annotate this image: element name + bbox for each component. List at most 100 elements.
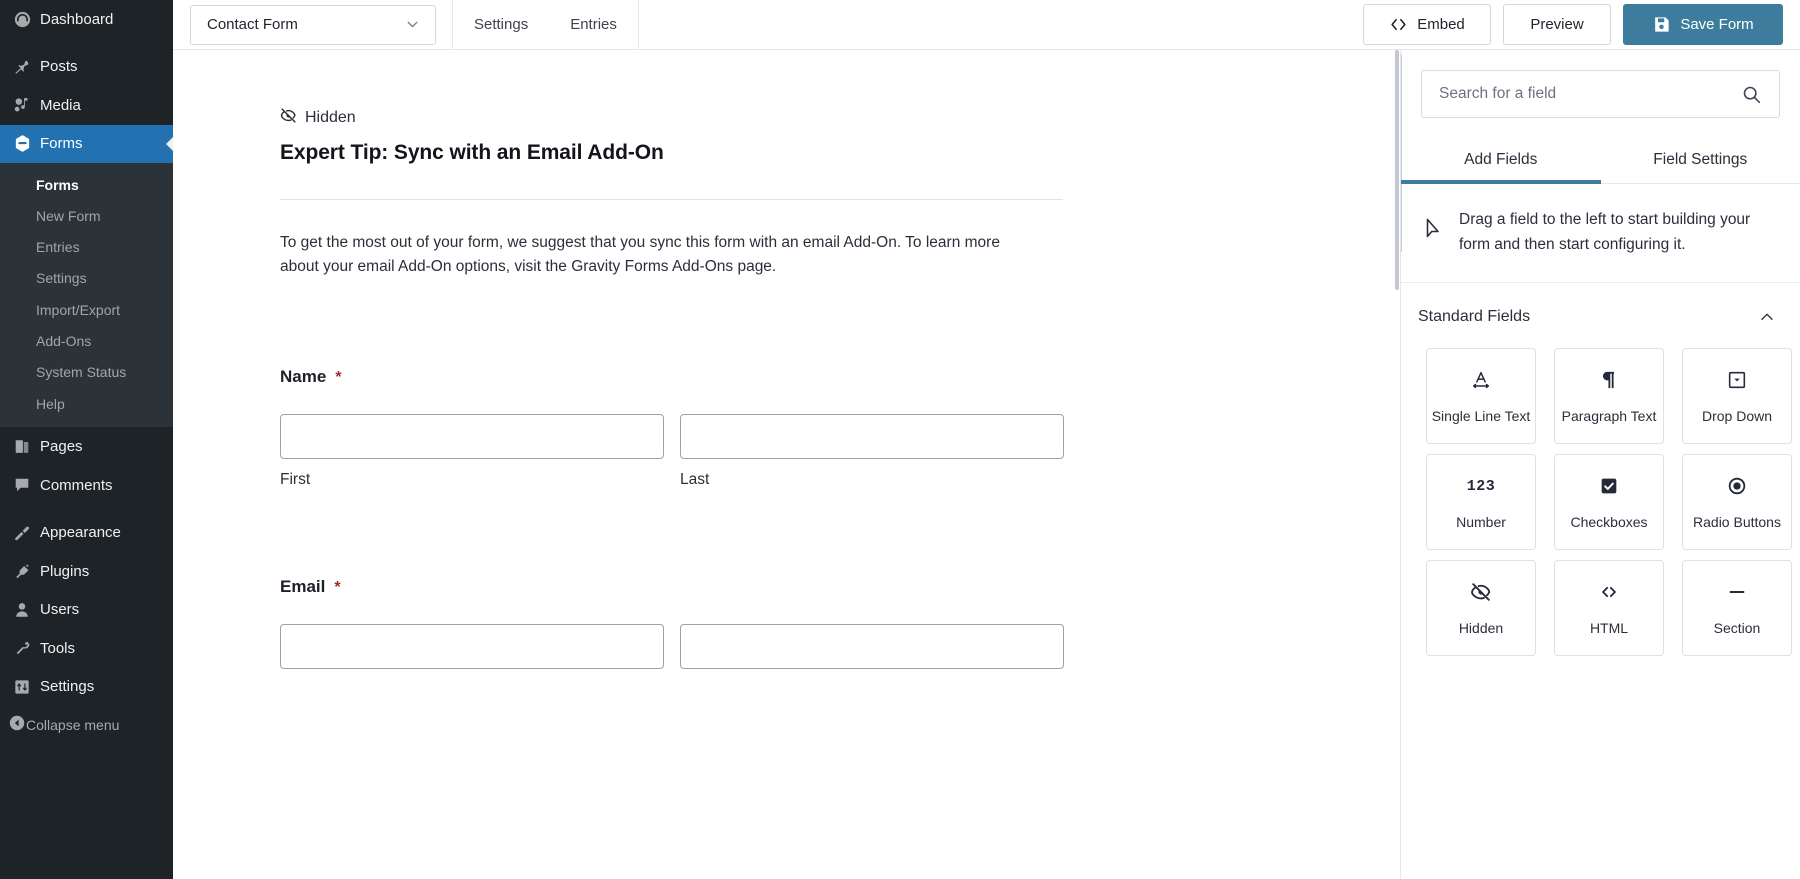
sidebar-separator-2 xyxy=(0,504,173,513)
preview-label: Preview xyxy=(1530,16,1584,33)
field-card-number[interactable]: 123 Number xyxy=(1426,453,1536,550)
field-inputs-row xyxy=(280,624,1173,670)
sidebar-item-appearance[interactable]: Appearance xyxy=(0,513,173,552)
sidebar-item-forms[interactable]: Forms xyxy=(0,124,173,163)
field-sub-first: First xyxy=(280,414,664,489)
field-card-label: Single Line Text xyxy=(1431,408,1531,425)
embed-button[interactable]: Embed xyxy=(1363,4,1491,45)
drag-hint: Drag a field to the left to start buildi… xyxy=(1401,184,1800,283)
field-card-label: Paragraph Text xyxy=(1561,408,1657,425)
media-icon xyxy=(8,96,36,114)
submenu-item-system-status[interactable]: System Status xyxy=(0,357,173,388)
email-input[interactable] xyxy=(280,624,664,670)
field-sub-email xyxy=(280,624,664,670)
collapse-menu-button[interactable]: Collapse menu xyxy=(0,706,173,744)
toolbar-tabs: Settings Entries xyxy=(453,0,638,49)
field-card-section[interactable]: Section xyxy=(1682,559,1792,656)
form-field-email[interactable]: Email * xyxy=(280,577,1173,670)
email-confirm-input[interactable] xyxy=(680,624,1064,670)
field-card-single-line-text[interactable]: Single Line Text xyxy=(1426,347,1536,444)
sidebar-item-users[interactable]: Users xyxy=(0,590,173,629)
code-icon xyxy=(1389,15,1408,34)
sidebar-separator xyxy=(0,39,173,48)
form-canvas[interactable]: Hidden Expert Tip: Sync with an Email Ad… xyxy=(173,50,1400,879)
sidebar-item-settings[interactable]: Settings xyxy=(0,667,173,706)
submenu-item-new-form[interactable]: New Form xyxy=(0,200,173,231)
dash-icon xyxy=(1726,580,1748,604)
field-card-label: Number xyxy=(1456,514,1506,531)
sidebar-item-dashboard[interactable]: Dashboard xyxy=(0,0,173,39)
field-card-html[interactable]: HTML xyxy=(1554,559,1664,656)
submenu-item-import-export[interactable]: Import/Export xyxy=(0,294,173,325)
save-form-button[interactable]: Save Form xyxy=(1623,4,1783,45)
form-editor-toolbar: Contact Form Settings Entries Embed Prev… xyxy=(173,0,1800,50)
submenu-item-help[interactable]: Help xyxy=(0,388,173,419)
floppy-disk-icon xyxy=(1652,15,1671,34)
form-canvas-inner: Hidden Expert Tip: Sync with an Email Ad… xyxy=(173,50,1173,670)
collapse-arrow-icon xyxy=(8,714,26,735)
sidebar-item-media[interactable]: Media xyxy=(0,86,173,125)
required-asterisk: * xyxy=(335,369,342,387)
field-card-checkboxes[interactable]: Checkboxes xyxy=(1554,453,1664,550)
sidebar-label: Plugins xyxy=(40,562,90,580)
search-input[interactable] xyxy=(1439,85,1741,103)
sidebar-item-posts[interactable]: Posts xyxy=(0,48,173,87)
submenu-item-forms[interactable]: Forms xyxy=(0,169,173,200)
name-last-input[interactable] xyxy=(680,414,1064,460)
field-card-label: Drop Down xyxy=(1701,408,1773,425)
preview-button[interactable]: Preview xyxy=(1503,4,1611,45)
plugins-icon xyxy=(8,562,36,580)
tab-settings[interactable]: Settings xyxy=(453,0,549,49)
toolbar-actions: Embed Preview Save Form xyxy=(1363,0,1800,49)
sidebar-item-tools[interactable]: Tools xyxy=(0,629,173,668)
app-root: Dashboard Posts Media Forms Forms New Fo… xyxy=(0,0,1800,879)
form-switcher-value: Contact Form xyxy=(207,16,298,33)
sidebar-item-comments[interactable]: Comments xyxy=(0,466,173,505)
tab-add-fields[interactable]: Add Fields xyxy=(1401,139,1601,184)
sidebar-label: Users xyxy=(40,601,80,619)
pages-icon xyxy=(8,438,36,456)
editor-body: Hidden Expert Tip: Sync with an Email Ad… xyxy=(173,50,1800,879)
eye-slash-icon xyxy=(1470,580,1492,604)
submenu-item-entries[interactable]: Entries xyxy=(0,232,173,263)
toolbar-divider-right xyxy=(637,0,639,49)
sidebar-label: Settings xyxy=(40,678,95,696)
cursor-arrow-icon xyxy=(1425,208,1442,245)
field-sub-last: Last xyxy=(680,414,1064,489)
sidebar-label: Forms xyxy=(40,135,83,153)
field-library-panel: Add Fields Field Settings Drag a field t… xyxy=(1400,50,1800,879)
tools-icon xyxy=(8,639,36,657)
search-icon[interactable] xyxy=(1741,84,1762,105)
field-card-label: Hidden xyxy=(1458,620,1504,637)
form-field-name[interactable]: Name * First Last xyxy=(280,367,1173,489)
users-icon xyxy=(8,601,36,619)
standard-fields-header[interactable]: Standard Fields xyxy=(1401,283,1800,348)
pilcrow-icon xyxy=(1598,368,1620,392)
tab-entries[interactable]: Entries xyxy=(549,0,638,49)
dropdown-box-icon xyxy=(1726,368,1748,392)
chevron-up-icon[interactable] xyxy=(1758,308,1776,326)
field-search-box[interactable] xyxy=(1421,70,1780,118)
canvas-scrollbar-thumb[interactable] xyxy=(1395,50,1399,290)
form-switcher-dropdown[interactable]: Contact Form xyxy=(190,4,436,45)
sidebar-label: Appearance xyxy=(40,524,121,542)
sidebar-item-pages[interactable]: Pages xyxy=(0,427,173,466)
field-card-label: Section xyxy=(1713,620,1761,637)
drag-hint-text: Drag a field to the left to start buildi… xyxy=(1459,211,1751,253)
sidebar-item-plugins[interactable]: Plugins xyxy=(0,552,173,591)
main-area: Contact Form Settings Entries Embed Prev… xyxy=(173,0,1800,879)
field-card-drop-down[interactable]: Drop Down xyxy=(1682,347,1792,444)
field-card-radio-buttons[interactable]: Radio Buttons xyxy=(1682,453,1792,550)
name-first-sublabel: First xyxy=(280,471,311,489)
tab-field-settings[interactable]: Field Settings xyxy=(1601,139,1800,183)
field-card-paragraph-text[interactable]: Paragraph Text xyxy=(1554,347,1664,444)
hidden-field-indicator: Hidden xyxy=(280,107,1173,129)
submenu-item-add-ons[interactable]: Add-Ons xyxy=(0,325,173,356)
field-card-hidden[interactable]: Hidden xyxy=(1426,559,1536,656)
submenu-item-settings[interactable]: Settings xyxy=(0,263,173,294)
name-last-sublabel: Last xyxy=(680,471,710,489)
save-form-label: Save Form xyxy=(1680,16,1754,33)
field-card-label: Checkboxes xyxy=(1570,514,1648,531)
name-first-input[interactable] xyxy=(280,414,664,460)
number-123-icon: 123 xyxy=(1466,477,1496,495)
